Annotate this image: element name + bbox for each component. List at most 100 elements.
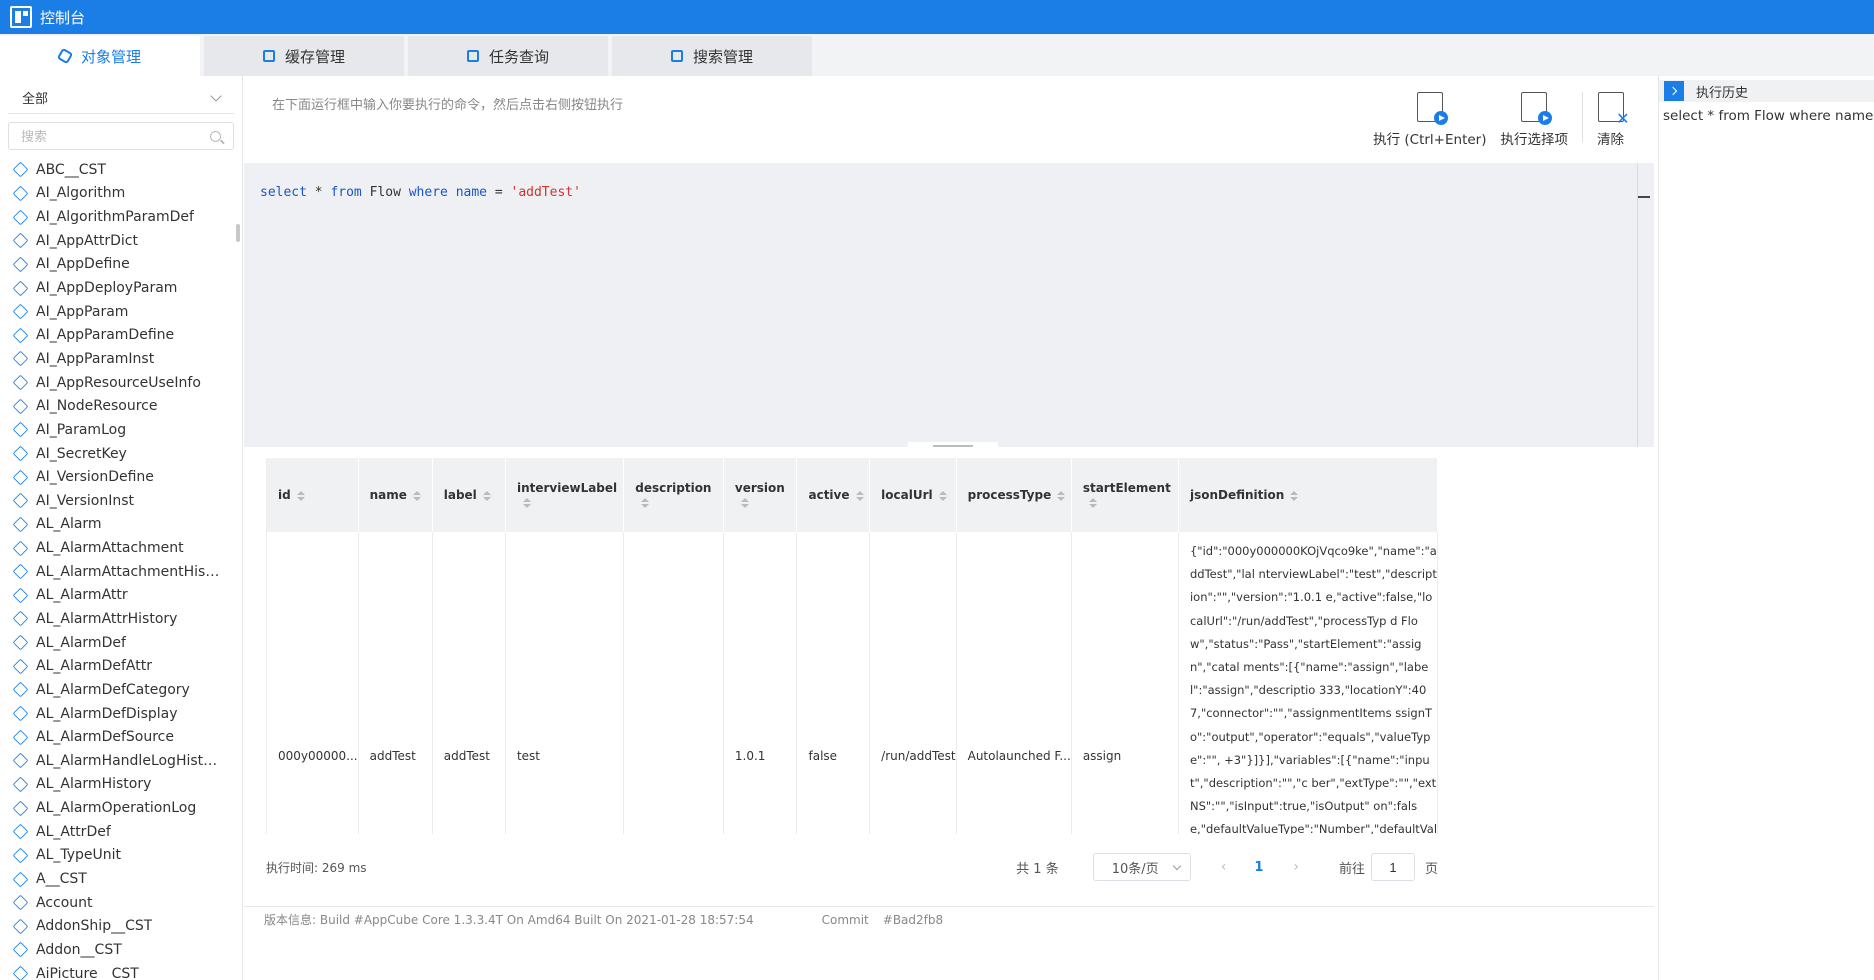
object-name: AL_AlarmDef [36,634,126,651]
object-list-item[interactable]: AI_AppAttrDict [0,229,240,253]
object-list-item[interactable]: Addon__CST [0,938,240,962]
object-list-item[interactable]: AI_AppDeployParam [0,276,240,300]
command-editor[interactable]: select * from Flow where name = 'addTest… [244,163,1654,447]
column-header[interactable]: localUrl [869,458,957,532]
object-list-item[interactable]: AddonShip__CST [0,915,240,939]
column-header[interactable]: startElement [1071,458,1179,532]
column-header[interactable]: label [432,458,506,532]
sort-icon[interactable] [1088,497,1097,508]
table-cell-label: addTest [432,532,506,834]
table-cell-jsonDefinition: {"id":"000y000000KOjVqco9ke","name":"add… [1178,532,1438,834]
object-list-item[interactable]: AL_AlarmHistory [0,773,240,797]
column-header[interactable]: processType [956,458,1072,532]
sort-icon[interactable] [938,490,947,501]
object-list-item[interactable]: AI_AlgorithmParamDef [0,205,240,229]
object-list-item[interactable]: AL_AlarmAttachment [0,536,240,560]
editor-resize-handle[interactable] [908,442,998,450]
object-list-item[interactable]: AI_AppDefine [0,253,240,277]
sort-icon[interactable] [296,490,305,501]
object-list-item[interactable]: AL_TypeUnit [0,844,240,868]
object-list-item[interactable]: AL_AlarmAttr [0,584,240,608]
object-list-item[interactable]: AL_AlarmAttrHistory [0,607,240,631]
column-header[interactable]: jsonDefinition [1178,458,1438,532]
object-list-item[interactable]: AI_AppParamInst [0,347,240,371]
cube-icon [12,374,29,391]
object-list-scrollbar[interactable] [236,224,240,242]
object-list-item[interactable]: AL_AlarmDefCategory [0,678,240,702]
column-header[interactable]: description [623,458,724,532]
cube-icon [12,469,29,485]
object-list-item[interactable]: AI_NodeResource [0,394,240,418]
object-name: Account [36,894,93,911]
column-header[interactable]: id [267,458,359,532]
object-list-item[interactable]: AI_VersionDefine [0,465,240,489]
sort-icon[interactable] [740,497,749,508]
object-list-item[interactable]: AI_ParamLog [0,418,240,442]
object-list-item[interactable]: AL_AlarmHandleLogHistory [0,749,240,773]
page-size-select[interactable]: 10条/页 [1092,853,1191,881]
object-list-item[interactable]: AI_AppResourceUseInfo [0,371,240,395]
object-list-item[interactable]: AL_AlarmAttachmentHist... [0,560,240,584]
table-cell-processType: Autolaunched F... [956,532,1072,834]
object-list-item[interactable]: AL_AlarmOperationLog [0,796,240,820]
object-list-item[interactable]: ABC__CST [0,158,240,182]
object-list-item[interactable]: A__CST [0,867,240,891]
object-list-item[interactable]: AI_AppParamDefine [0,323,240,347]
sort-icon[interactable] [855,490,864,501]
object-name: A__CST [36,871,87,888]
object-list-item[interactable]: AL_AlarmDefSource [0,725,240,749]
execute-button[interactable]: 执行 (Ctrl+Enter) [1373,92,1487,148]
sort-icon[interactable] [1290,490,1299,501]
object-filter-select[interactable]: 全部 [8,82,234,114]
cube-icon [12,847,29,864]
object-list-item[interactable]: AI_SecretKey [0,442,240,466]
editor-toolbar: 执行 (Ctrl+Enter) 执行选择项 ✕ 清除 [1359,92,1630,148]
table-row[interactable]: 000y00000... addTest addTest test 1.0.1 false… [267,532,1438,834]
tab-0[interactable]: 对象管理 [0,36,200,76]
tab-2[interactable]: 任务查询 [408,36,608,76]
collapse-history-icon[interactable] [1664,81,1684,101]
clear-button[interactable]: ✕ 清除 [1597,92,1630,148]
object-name: AiPicture__CST [36,965,139,980]
sort-icon[interactable] [412,490,421,501]
cube-icon [12,800,29,816]
object-list-item[interactable]: AI_AppParam [0,300,240,324]
goto-page-input[interactable] [1370,853,1415,881]
object-list-item[interactable]: AL_AlarmDefDisplay [0,702,240,726]
editor-code-line[interactable]: select * from Flow where name = 'addTest… [260,185,581,200]
column-header[interactable]: active [796,458,871,532]
object-search-input[interactable] [21,128,191,144]
history-title: 执行历史 [1696,85,1749,101]
tab-1[interactable]: 缓存管理 [204,36,404,76]
tab-label: 搜索管理 [692,47,753,66]
column-header[interactable]: version [723,458,798,532]
column-header-label: processType [967,488,1052,502]
history-item[interactable]: select * from Flow where name = 'addTest… [1659,108,1874,124]
column-header[interactable]: interviewLabel [505,458,625,532]
object-list-item[interactable]: AL_Alarm [0,513,240,537]
sort-icon[interactable] [641,497,650,508]
execute-selected-button[interactable]: 执行选择项 [1501,92,1568,148]
object-list-item[interactable]: Account [0,891,240,915]
sort-icon[interactable] [482,490,491,501]
next-page-icon[interactable]: › [1293,859,1299,875]
object-list-item[interactable]: AI_VersionInst [0,489,240,513]
column-header-label: localUrl [881,488,933,502]
current-page-number[interactable]: 1 [1254,860,1263,875]
object-list-item[interactable]: AL_AlarmDef [0,631,240,655]
sort-icon[interactable] [522,497,531,508]
version-info: 版本信息: Build #AppCube Core 1.3.3.4T On Am… [244,906,1654,932]
object-list-item[interactable]: AI_Algorithm [0,182,240,206]
tab-3[interactable]: 搜索管理 [612,36,812,76]
object-list-item[interactable]: AiPicture__CST [0,962,240,980]
column-header-label: startElement [1082,481,1171,495]
object-list-item[interactable]: AL_AttrDef [0,820,240,844]
search-icon[interactable] [210,130,221,142]
editor-scroll-marker[interactable] [1638,196,1650,198]
column-header[interactable]: name [358,458,433,532]
sort-icon[interactable] [1057,490,1066,501]
prev-page-icon[interactable]: ‹ [1221,859,1227,875]
object-name: AI_AlgorithmParamDef [36,209,194,226]
object-list-item[interactable]: AL_AlarmDefAttr [0,654,240,678]
object-name: AI_AppDeployParam [36,280,178,297]
